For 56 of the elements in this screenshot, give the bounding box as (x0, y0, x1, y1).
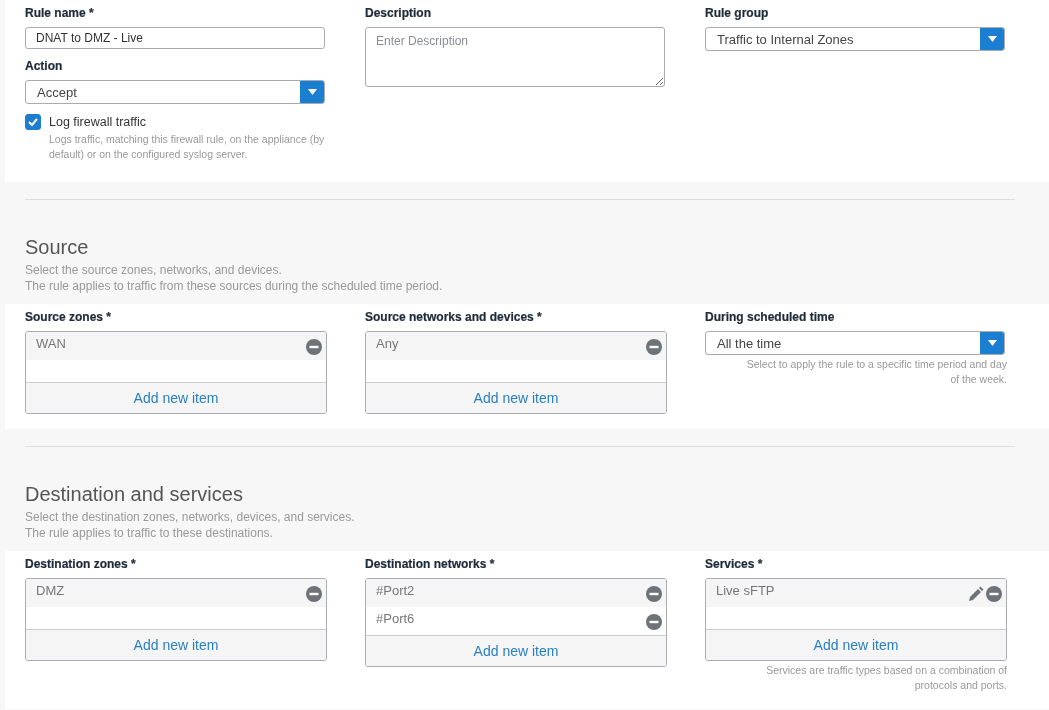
remove-icon[interactable] (306, 339, 322, 355)
add-item-button[interactable]: Add new item (26, 630, 326, 660)
field-label: Services * (705, 557, 764, 571)
field-label: Rule group (705, 6, 770, 20)
list-item[interactable]: Any (366, 332, 666, 360)
field-hint: Select to apply the rule to a specific time period and day of the week. (745, 357, 1007, 387)
field-label: Source networks and devices * (365, 310, 543, 324)
section-title: Source (25, 236, 90, 259)
field-hint: Services are traffic types based on a combination of protocols and ports. (765, 663, 1007, 693)
remove-icon[interactable] (646, 586, 662, 602)
item-text: Live sFTP (716, 582, 775, 598)
list-item[interactable]: WAN (26, 332, 326, 360)
rule-group-select[interactable]: Traffic to Internal Zones (705, 27, 1005, 51)
rule-name-field[interactable]: DNAT to DMZ - Live (25, 27, 325, 49)
section-description: Select the destination zones, networks, devices, and services. (25, 509, 356, 525)
item-text: #Port6 (376, 610, 415, 626)
remove-icon[interactable] (986, 586, 1002, 602)
checkbox[interactable] (25, 114, 41, 130)
select-field[interactable]: All the time (705, 331, 1005, 355)
field-label: During scheduled time (705, 310, 836, 324)
action-select[interactable]: Accept (25, 80, 325, 104)
checkbox-hint: Logs traffic, matching this firewall rule, on the appliance (by default) or on the configured syslog server. (49, 132, 326, 162)
list-item[interactable]: Live sFTP (706, 579, 1006, 607)
pencil-icon[interactable] (968, 586, 984, 602)
field-label: Rule name * (25, 6, 95, 20)
check-icon (28, 118, 38, 126)
field-label: Destination networks * (365, 557, 496, 571)
remove-icon[interactable] (306, 586, 322, 602)
description-field[interactable]: Enter Description (365, 27, 665, 87)
item-text: WAN (36, 335, 66, 351)
list-item[interactable]: #Port2 (366, 579, 666, 607)
list-item[interactable]: DMZ (26, 579, 326, 607)
add-item-button[interactable]: Add new item (706, 630, 1006, 660)
remove-icon[interactable] (646, 339, 662, 355)
item-text: #Port2 (376, 582, 415, 598)
add-item-button[interactable]: Add new item (366, 636, 666, 666)
section-description: Select the source zones, networks, and devices. (25, 262, 283, 278)
caret-icon (987, 340, 997, 346)
add-item-button[interactable]: Add new item (26, 383, 326, 413)
field-label: Description (365, 6, 432, 20)
checkbox-label: Log firewall traffic (49, 115, 147, 129)
field-label: Source zones * (25, 310, 113, 324)
dropdown-button[interactable] (300, 81, 324, 103)
caret-icon (307, 89, 317, 95)
item-text: DMZ (36, 582, 65, 598)
dropdown-button[interactable] (980, 28, 1004, 50)
section-title: Destination and services (25, 483, 244, 506)
remove-icon[interactable] (646, 614, 662, 630)
section-description: The rule applies to traffic to these destinations. (25, 525, 274, 541)
field-label: Action (25, 59, 64, 73)
field-label: Destination zones * (25, 557, 137, 571)
dropdown-button[interactable] (980, 332, 1004, 354)
add-item-button[interactable]: Add new item (366, 383, 666, 413)
section-description: The rule applies to traffic from these sources during the scheduled time period. (25, 278, 444, 294)
item-text: Any (376, 335, 399, 351)
caret-icon (987, 36, 997, 42)
